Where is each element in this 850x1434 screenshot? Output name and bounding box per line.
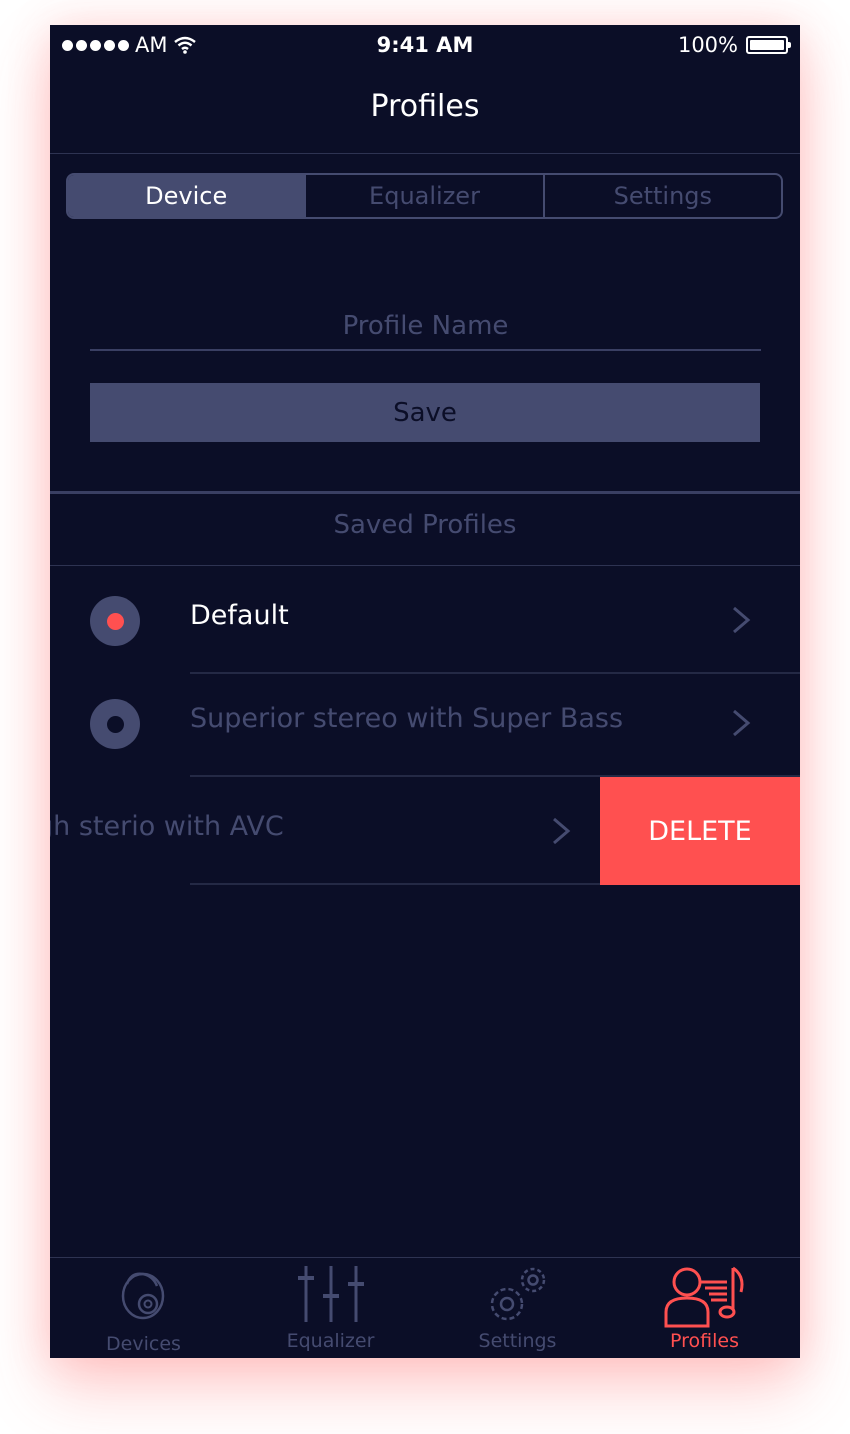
phone-screen: AM 9:41 AM 100% Profiles Device Equalize…	[50, 25, 800, 1358]
tabbar-equalizer[interactable]: Equalizer	[237, 1258, 424, 1358]
profile-name: gh sterio with AVC	[50, 811, 284, 842]
tabbar-profiles[interactable]: Profiles	[611, 1258, 798, 1358]
tab-settings[interactable]: Settings	[542, 175, 781, 217]
delete-button[interactable]: DELETE	[600, 777, 800, 885]
tabbar-settings[interactable]: Settings	[424, 1258, 611, 1358]
tab-label: Equalizer	[286, 1330, 375, 1352]
chevron-right-icon	[733, 606, 751, 634]
tab-label: Devices	[106, 1333, 181, 1355]
status-right: 100%	[677, 33, 791, 57]
profile-name-input[interactable]	[90, 303, 761, 351]
swiped-row-content: gh sterio with AVC	[50, 777, 610, 885]
tab-label: Profiles	[670, 1330, 739, 1352]
profile-name: Superior stereo with Super Bass	[190, 703, 624, 734]
radio-button[interactable]	[90, 699, 140, 749]
profile-name: Default	[190, 600, 289, 631]
profile-row-default[interactable]: Default	[50, 566, 800, 674]
battery-percent: 100%	[677, 33, 738, 57]
profile-row-superior-stereo[interactable]: Superior stereo with Super Bass	[50, 669, 800, 777]
gears-icon	[490, 1267, 545, 1321]
page-title: Profiles	[370, 89, 480, 124]
equalizer-icon	[297, 1266, 364, 1322]
tab-label: Settings	[478, 1330, 557, 1352]
saved-profiles-heading: Saved Profiles	[333, 510, 517, 540]
save-button[interactable]: Save	[90, 383, 760, 442]
nav-divider	[50, 153, 800, 154]
battery-icon	[746, 36, 791, 54]
segmented-control: Device Equalizer Settings	[66, 173, 783, 219]
chevron-right-icon	[553, 817, 571, 845]
section-divider	[50, 491, 800, 494]
profile-music-icon	[664, 1266, 743, 1328]
chevron-right-icon	[733, 709, 751, 737]
tab-bar: Devices Equalizer Settings Profiles	[50, 1257, 800, 1358]
tab-device[interactable]: Device	[68, 175, 305, 217]
radio-button[interactable]	[90, 596, 140, 646]
row-divider	[190, 883, 610, 885]
earbud-icon	[121, 1272, 164, 1320]
status-bar: AM 9:41 AM 100%	[50, 25, 800, 65]
profile-row-swiped[interactable]: gh sterio with AVC DELETE	[50, 777, 800, 885]
tabbar-devices[interactable]: Devices	[50, 1258, 237, 1358]
tab-equalizer[interactable]: Equalizer	[304, 175, 542, 217]
